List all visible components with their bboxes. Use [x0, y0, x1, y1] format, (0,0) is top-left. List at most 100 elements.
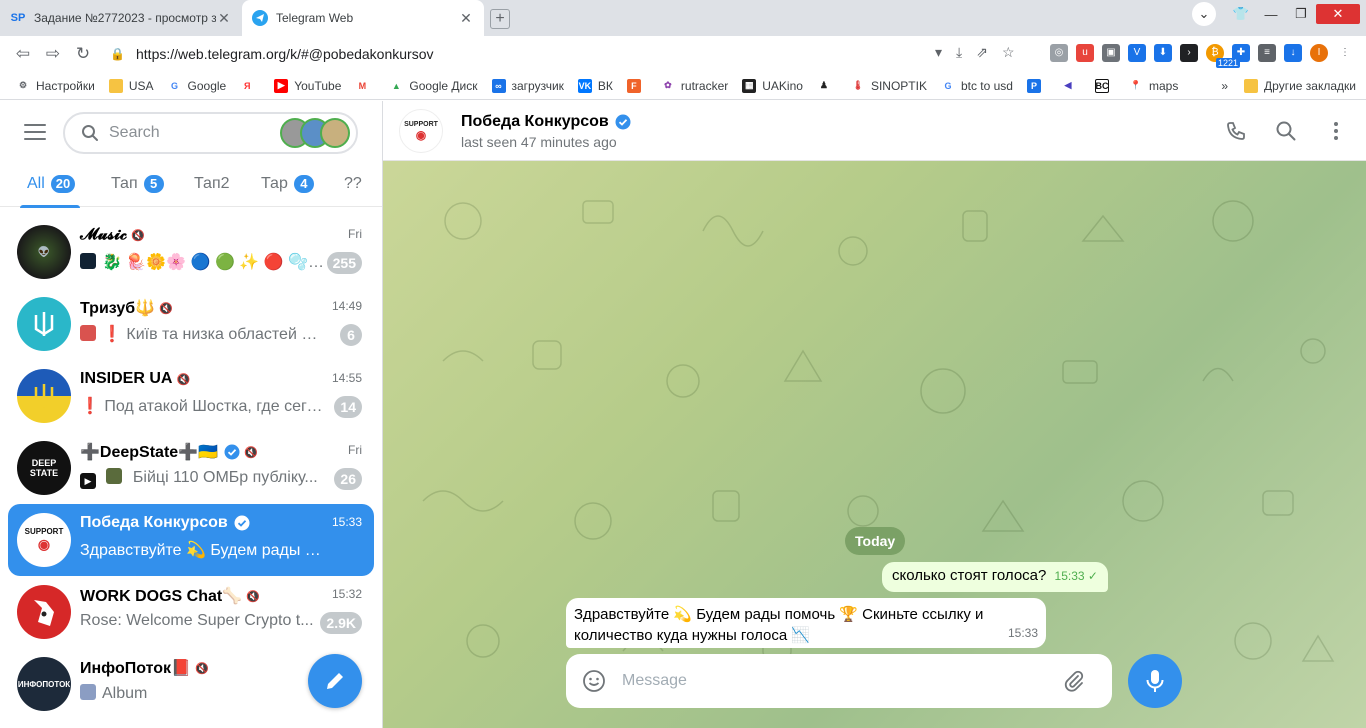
tab-tar[interactable]: Тар 4	[261, 175, 314, 193]
more-vert-icon[interactable]: ⋮	[1336, 44, 1354, 62]
bookmark-item[interactable]: M	[355, 79, 375, 93]
reload-icon[interactable]: ↻	[68, 44, 98, 64]
browser-tabstrip: SP Задание №2772023 - просмотр з ✕ Teleg…	[0, 0, 1366, 36]
bookmark-item[interactable]: G Google	[168, 78, 227, 93]
bookmark-item[interactable]: 🌡 SINOPTIK	[851, 79, 927, 93]
bookmarks-more-button[interactable]: »	[1221, 79, 1228, 93]
bookmark-item[interactable]: Gbtc to usd	[941, 79, 1013, 93]
search-input[interactable]	[109, 124, 279, 142]
install-icon[interactable]: ⤓	[956, 44, 962, 61]
bookmark-item[interactable]: ∞ загрузчик	[491, 78, 564, 93]
bookmark-item[interactable]: VK ВК	[577, 78, 613, 93]
bookmark-item[interactable]: Я	[240, 79, 260, 93]
download-ext-icon[interactable]: ⬇	[1154, 44, 1172, 62]
more-vert-icon[interactable]	[1324, 119, 1348, 143]
sp-favicon-icon: SP	[10, 12, 26, 24]
unread-badge: 14	[334, 396, 362, 418]
address-bar[interactable]: 🔒 https://web.telegram.org/k/#@pobedakon…	[100, 40, 955, 68]
emoji-icon[interactable]	[582, 669, 606, 693]
dropdown-icon[interactable]: ▾	[935, 44, 942, 61]
date-separator: Today	[845, 527, 906, 555]
stories-avatars[interactable]	[280, 118, 350, 148]
chat-item-insider-ua[interactable]: INSIDER UA 🔇 14:55 ❗ Под атакой Шостка, г…	[8, 360, 374, 432]
f-icon: F	[626, 78, 641, 93]
bookmark-item[interactable]: F	[626, 78, 647, 93]
terminal-icon[interactable]: ›	[1180, 44, 1198, 62]
bookmark-item[interactable]: ▶ YouTube	[274, 78, 342, 93]
ublock-icon[interactable]: u	[1076, 44, 1094, 62]
v-icon[interactable]: V	[1128, 44, 1146, 62]
profile-avatar[interactable]: I	[1310, 44, 1328, 62]
chat-item-work-dogs[interactable]: WORK DOGS Chat🦴 🔇 15:32 Rose: Welcome Sup…	[8, 576, 374, 648]
restore-button[interactable]: ❐	[1286, 6, 1316, 22]
tab-tap[interactable]: Тап 5	[111, 175, 164, 193]
chat-item-trizub[interactable]: Тризуб🔱 🔇 14:49 ❗ Київ та низка областей …	[8, 288, 374, 360]
chevron-down-icon[interactable]: ⌄	[1192, 2, 1216, 26]
avatar[interactable]: SUPPORT ◉	[399, 109, 443, 153]
chat-preview: Album	[80, 684, 325, 703]
message-incoming[interactable]: Здравствуйте 💫 Будем рады помочь 🏆 Скинь…	[566, 598, 1046, 648]
folder-tabs: All 20 Тап 5 Тап2 Тар 4 ??	[0, 163, 382, 208]
folder-icon	[108, 78, 123, 93]
active-tab-indicator	[20, 205, 80, 208]
avatar: 👽	[17, 225, 71, 279]
new-message-button[interactable]	[308, 654, 362, 708]
chat-name: WORK DOGS Chat🦴 🔇	[80, 586, 260, 606]
star-icon[interactable]: ☆	[1002, 44, 1015, 61]
message-text: сколько стоят голоса?	[892, 567, 1047, 584]
folder-label: All	[27, 175, 45, 192]
chat-item-music[interactable]: 👽 𝓜𝓾𝓼𝓲𝓬 🔇 Fri 🐉 🪼🌼🌸 🔵 🟢 ✨ 🔴 🫧🦋💜 255	[8, 216, 374, 288]
muted-icon: 🔇	[159, 302, 173, 315]
paperclip-icon[interactable]	[1062, 669, 1086, 693]
bookmark-item[interactable]: USA	[108, 78, 154, 93]
figure-icon: ♟	[819, 80, 828, 90]
folder-icon	[1244, 79, 1259, 93]
bookmark-item[interactable]: BC	[1094, 78, 1115, 93]
close-icon[interactable]: ✕	[216, 10, 232, 27]
bookmark-item[interactable]: 📍 maps	[1129, 79, 1178, 93]
tab-unknown[interactable]: ??	[344, 175, 362, 193]
album-thumb-icon	[80, 684, 96, 700]
shirt-icon[interactable]: 👕	[1226, 6, 1256, 22]
message-input[interactable]	[622, 672, 1062, 690]
search-box[interactable]	[63, 112, 358, 154]
chat-preview-text: 🐉 🪼🌼🌸 🔵 🟢 ✨ 🔴 🫧🦋💜	[102, 254, 325, 271]
voice-record-button[interactable]	[1128, 654, 1182, 708]
queue-icon[interactable]: ≡	[1258, 44, 1276, 62]
search-icon[interactable]	[1274, 119, 1298, 143]
chat-item-pobeda-konkursov[interactable]: SUPPORT ◉ Победа Конкурсов 15:33 Здравств…	[8, 504, 374, 576]
close-icon[interactable]: ✕	[458, 10, 474, 27]
bookmark-label: Настройки	[36, 78, 95, 93]
hamburger-menu-icon[interactable]	[24, 124, 46, 140]
globe-icon[interactable]: ◎	[1050, 44, 1068, 62]
bookmark-item[interactable]: ⚙ Настройки	[16, 79, 95, 93]
minimize-button[interactable]: —	[1256, 7, 1286, 22]
window-close-button[interactable]: ✕	[1316, 4, 1360, 24]
browser-tab-telegram[interactable]: Telegram Web ✕	[242, 0, 484, 36]
bookmark-item[interactable]: P	[1026, 78, 1047, 93]
back-icon[interactable]: ⇦	[8, 44, 38, 64]
tab-title: Задание №2772023 - просмотр з	[34, 11, 216, 25]
tab-tap2[interactable]: Тап2	[194, 175, 230, 193]
phone-icon[interactable]	[1224, 119, 1248, 143]
bookmark-item[interactable]: ✿ rutracker	[661, 79, 728, 93]
bookmark-item[interactable]: ◀	[1061, 79, 1081, 93]
media-thumb-icon	[80, 253, 96, 269]
briefcase-icon[interactable]: ▣	[1102, 44, 1120, 62]
bookmark-item[interactable]: ▦ UAKino	[742, 78, 803, 93]
bookmark-label: YouTube	[294, 78, 342, 93]
browser-tab-zadanie[interactable]: SP Задание №2772023 - просмотр з ✕	[0, 0, 242, 36]
new-tab-button[interactable]: +	[490, 9, 510, 29]
downloads-icon[interactable]: ↓	[1284, 44, 1302, 62]
bookmark-label: Google	[187, 78, 227, 93]
tab-all[interactable]: All 20	[27, 175, 76, 193]
message-outgoing[interactable]: сколько стоят голоса? 15:33 ✓	[882, 562, 1108, 592]
chat-title[interactable]: Победа Конкурсов	[461, 113, 631, 131]
chat-item-deepstate[interactable]: DEEP STATE ➕DeepState➕🇺🇦 🔇 Fri ▶ Бійці 11…	[8, 432, 374, 504]
other-bookmarks[interactable]: Другие закладки	[1264, 79, 1356, 93]
bookmark-item[interactable]: ▲ Google Диск	[389, 79, 478, 93]
forward-icon[interactable]: ⇨	[38, 44, 68, 64]
bookmark-item[interactable]: ♟	[817, 79, 837, 93]
share-icon[interactable]: ⇗	[976, 44, 988, 61]
chat-preview: ❗ Под атакой Шостка, где сего...	[80, 398, 325, 415]
